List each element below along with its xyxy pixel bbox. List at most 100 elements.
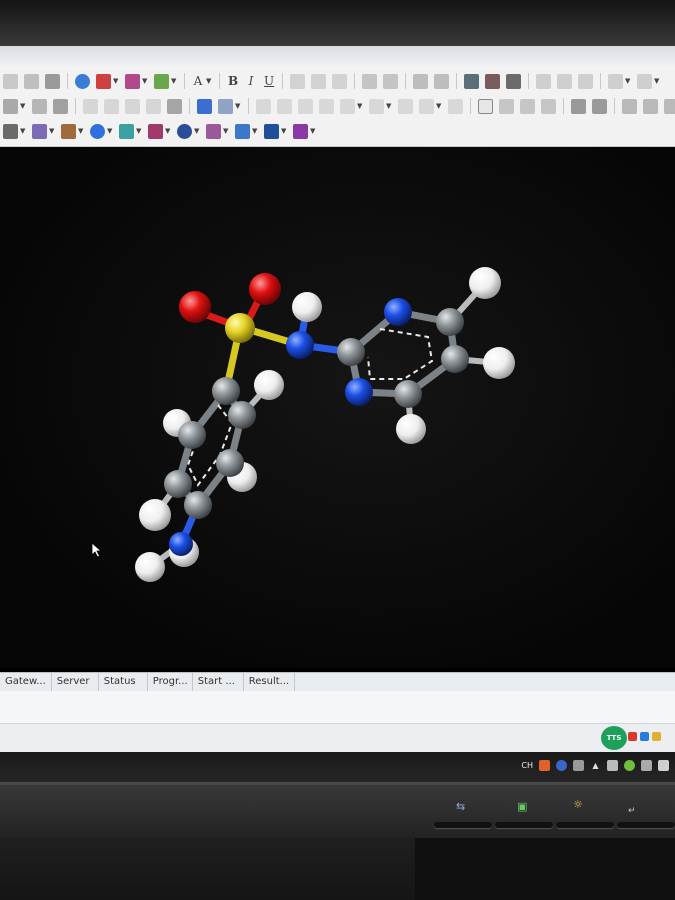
indent-icon[interactable] [362,73,377,89]
molecule-icon[interactable] [293,123,308,139]
table-icon[interactable] [592,98,607,114]
list-icon[interactable] [413,73,428,89]
arrange-icon[interactable] [83,98,98,114]
atom-color-icon[interactable] [75,73,90,89]
orbital-icon[interactable] [148,123,163,139]
label-tool-icon[interactable] [154,73,169,89]
table-icon[interactable] [571,98,586,114]
spectrum-icon[interactable] [119,123,134,139]
column-header-status[interactable]: Status [99,673,148,691]
chevron-up-icon[interactable]: ▲ [590,760,601,771]
network-icon[interactable] [624,759,635,771]
charge-icon[interactable] [264,123,279,139]
clean-icon[interactable] [3,73,18,89]
column-header-gateway[interactable]: Gatew... [0,673,52,691]
chevron-down-icon[interactable]: ▼ [235,103,241,110]
structure-icon[interactable] [541,98,556,114]
flag-icon[interactable] [607,759,618,771]
molecule-viewport[interactable] [0,147,675,668]
structure-icon[interactable] [499,98,514,114]
menu-icon[interactable] [573,759,584,771]
binoculars-icon[interactable] [506,73,521,89]
ime-lang-icon[interactable] [640,732,649,741]
measure-icon[interactable] [319,98,334,114]
font-button[interactable]: A [193,74,203,88]
chevron-down-icon[interactable]: ▼ [357,103,363,110]
structure-icon[interactable] [520,98,535,114]
bond-tool-icon[interactable] [96,73,111,89]
rotate-icon[interactable] [369,98,384,114]
vibration-icon[interactable] [235,123,250,139]
ime-moon-icon[interactable] [652,732,661,741]
input-source-button[interactable] [434,822,492,828]
italic-button[interactable]: I [246,74,256,88]
save-icon[interactable] [637,73,652,89]
frame-icon[interactable] [167,98,182,114]
rewind-icon[interactable] [536,73,551,89]
layout-icon[interactable] [398,98,413,114]
brightness-button[interactable] [556,822,614,828]
link-icon[interactable] [448,98,463,114]
chevron-down-icon[interactable]: ▼ [206,78,212,85]
measure-icon[interactable] [277,98,292,114]
bond-style-icon[interactable] [125,73,140,89]
select-icon[interactable] [53,98,68,114]
grid-icon[interactable] [45,73,60,89]
transform-icon[interactable] [3,123,18,139]
outdent-icon[interactable] [383,73,398,89]
chevron-down-icon[interactable]: ▼ [310,128,316,135]
molecule-3d-model[interactable] [0,147,675,668]
arrange-icon[interactable] [146,98,161,114]
fit-icon[interactable] [32,98,47,114]
export-icon[interactable] [643,98,658,114]
measure-icon[interactable] [256,98,271,114]
target-icon[interactable] [177,123,192,139]
chevron-down-icon[interactable]: ▼ [142,78,148,85]
surface-icon[interactable] [32,123,47,139]
sphere-icon[interactable] [90,123,105,139]
window-icon[interactable] [478,98,493,114]
volume-icon[interactable] [658,759,669,771]
menu-button[interactable] [495,822,553,828]
grid-map-icon[interactable] [61,123,76,139]
ime-icon[interactable] [539,759,550,771]
arrange-icon[interactable] [104,98,119,114]
image-icon[interactable] [464,73,479,89]
chevron-down-icon[interactable]: ▼ [20,103,26,110]
chevron-down-icon[interactable]: ▼ [281,128,287,135]
chevron-down-icon[interactable]: ▼ [78,128,84,135]
chevron-down-icon[interactable]: ▼ [165,128,171,135]
help-icon[interactable] [556,759,567,771]
move-icon[interactable] [3,98,18,114]
chevron-down-icon[interactable]: ▼ [252,128,258,135]
align-left-icon[interactable] [290,73,305,89]
plot-icon[interactable] [206,123,221,139]
ime-mode-icon[interactable] [628,732,637,741]
language-indicator[interactable]: CH [521,761,533,770]
copy-icon[interactable] [24,73,39,89]
arrange-icon[interactable] [125,98,140,114]
chevron-down-icon[interactable]: ▼ [625,78,631,85]
chevron-down-icon[interactable]: ▼ [49,128,55,135]
measure-icon[interactable] [298,98,313,114]
ime-badge-icon[interactable]: TTS [601,726,627,750]
chevron-down-icon[interactable]: ▼ [20,128,26,135]
column-header-server[interactable]: Server [52,673,99,691]
color-fill-icon[interactable] [197,98,212,114]
document-icon[interactable] [608,73,623,89]
chevron-down-icon[interactable]: ▼ [107,128,113,135]
export-icon[interactable] [622,98,637,114]
enter-button[interactable] [617,822,675,828]
chevron-down-icon[interactable]: ▼ [386,103,392,110]
column-header-start[interactable]: Start ... [193,673,244,691]
forward-icon[interactable] [557,73,572,89]
export-icon[interactable] [664,98,675,114]
chevron-down-icon[interactable]: ▼ [223,128,229,135]
column-header-result[interactable]: Result... [244,673,295,691]
loop-icon[interactable] [578,73,593,89]
bold-button[interactable]: B [228,74,238,88]
brush-icon[interactable] [419,98,434,114]
chevron-down-icon[interactable]: ▼ [171,78,177,85]
measure-icon[interactable] [340,98,355,114]
style-icon[interactable] [218,98,233,114]
